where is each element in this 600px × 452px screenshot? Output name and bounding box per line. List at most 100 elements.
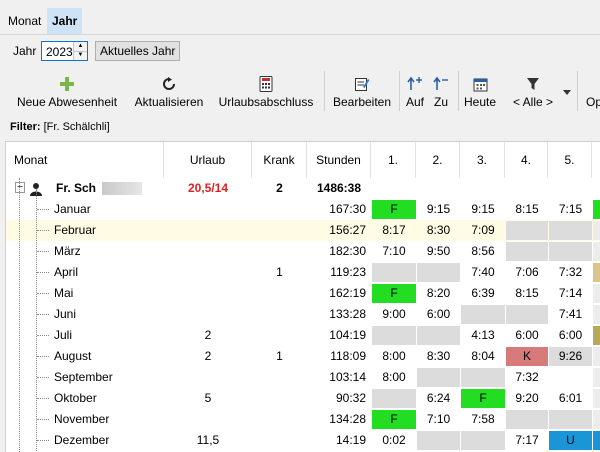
- col-day-1[interactable]: 1.: [371, 142, 416, 178]
- edit-button[interactable]: Bearbeiten: [329, 67, 395, 113]
- day-cell[interactable]: 8:17: [372, 221, 416, 240]
- day-cell[interactable]: 7:17: [506, 431, 548, 450]
- day-cell[interactable]: F: [372, 200, 416, 219]
- day-cell[interactable]: F: [461, 389, 505, 408]
- tab-jahr[interactable]: Jahr: [47, 8, 83, 34]
- day-cell[interactable]: [549, 410, 592, 429]
- day-cell[interactable]: [506, 221, 548, 240]
- day-cell[interactable]: 4:13: [461, 326, 505, 345]
- day-cell[interactable]: 6:24: [417, 389, 460, 408]
- day-cell[interactable]: 9:15: [461, 200, 505, 219]
- day-cell[interactable]: 7:10: [417, 410, 460, 429]
- day-cell[interactable]: 6:00: [549, 326, 592, 345]
- refresh-button[interactable]: Aktualisieren: [129, 67, 209, 113]
- day-cell[interactable]: 7:58: [461, 410, 505, 429]
- col-urlaub[interactable]: Urlaub: [164, 142, 252, 178]
- month-row[interactable]: Oktober 5 90:32 6:24 F 9:20 6:01: [6, 388, 600, 409]
- day-cell[interactable]: 8:20: [417, 284, 460, 303]
- collapse-toggle-icon[interactable]: −: [15, 182, 25, 193]
- day-cell[interactable]: 7:09: [461, 221, 505, 240]
- col-day-3[interactable]: 3.: [460, 142, 505, 178]
- col-monat[interactable]: Monat: [6, 142, 164, 178]
- month-row[interactable]: März 182:30 7:10 9:50 8:56: [6, 241, 600, 262]
- current-year-button[interactable]: Aktuelles Jahr: [95, 41, 181, 61]
- col-stunden[interactable]: Stunden: [307, 142, 371, 178]
- day-cell[interactable]: [417, 368, 460, 387]
- day-cell[interactable]: 7:32: [506, 368, 548, 387]
- month-row[interactable]: Juni 133:28 9:00 6:00 7:41: [6, 304, 600, 325]
- day-cell[interactable]: [461, 368, 505, 387]
- person-row[interactable]: − Fr. Sch 20,5/14 2 1486:38: [6, 178, 600, 199]
- new-absence-button[interactable]: Neue Abwesenheit: [11, 67, 123, 113]
- day-cell[interactable]: 7:14: [549, 284, 592, 303]
- day-cell[interactable]: [506, 410, 548, 429]
- day-cell[interactable]: 8:00: [372, 347, 416, 366]
- month-row[interactable]: Dezember 11,5 14:19 0:02 7:17 U: [6, 430, 600, 451]
- day-cell[interactable]: 7:15: [549, 200, 592, 219]
- day-cell[interactable]: [506, 305, 548, 324]
- month-row[interactable]: September 103:14 8:00 7:32: [6, 367, 600, 388]
- day-cell[interactable]: 6:39: [461, 284, 505, 303]
- col-day-4[interactable]: 4.: [505, 142, 548, 178]
- year-spinner[interactable]: ▲ ▼: [73, 42, 87, 60]
- month-row[interactable]: Mai 162:19 F 8:20 6:39 8:15 7:14: [6, 283, 600, 304]
- day-cell[interactable]: 6:01: [549, 389, 592, 408]
- year-input[interactable]: 2023 ▲ ▼: [41, 41, 88, 61]
- day-cell[interactable]: 6:00: [417, 305, 460, 324]
- month-row[interactable]: Juli 2 104:19 4:13 6:00 6:00: [6, 325, 600, 346]
- day-cell[interactable]: 8:04: [461, 347, 505, 366]
- today-button[interactable]: Heute: [461, 67, 499, 113]
- day-cell[interactable]: [417, 263, 460, 282]
- day-cell[interactable]: 6:00: [506, 326, 548, 345]
- month-row[interactable]: Februar 156:27 8:17 8:30 7:09: [6, 220, 600, 241]
- month-row[interactable]: April 1 119:23 7:40 7:06 7:32: [6, 262, 600, 283]
- day-cell[interactable]: U: [549, 431, 592, 450]
- day-cell[interactable]: [417, 326, 460, 345]
- day-cell[interactable]: [461, 431, 505, 450]
- day-cell[interactable]: [372, 389, 416, 408]
- filter-all-button[interactable]: < Alle >: [506, 67, 560, 113]
- month-row[interactable]: August 2 1 118:09 8:00 8:30 8:04 K 9:26: [6, 346, 600, 367]
- day-cell[interactable]: 7:41: [549, 305, 592, 324]
- day-cell[interactable]: 7:40: [461, 263, 505, 282]
- day-cell[interactable]: 9:00: [372, 305, 416, 324]
- spin-down-icon[interactable]: ▼: [74, 51, 87, 60]
- day-cell[interactable]: 7:10: [372, 242, 416, 261]
- tab-monat[interactable]: Monat: [4, 8, 45, 34]
- col-krank[interactable]: Krank: [252, 142, 307, 178]
- day-cell[interactable]: 9:15: [417, 200, 460, 219]
- person-name: Fr. Sch: [56, 181, 97, 195]
- day-cell[interactable]: [549, 368, 592, 387]
- day-cell[interactable]: F: [372, 284, 416, 303]
- day-cell[interactable]: F: [372, 410, 416, 429]
- day-cell[interactable]: 8:30: [417, 221, 460, 240]
- day-cell[interactable]: K: [506, 347, 548, 366]
- day-cell[interactable]: [506, 242, 548, 261]
- day-cell[interactable]: 7:06: [506, 263, 548, 282]
- day-cell[interactable]: [549, 221, 592, 240]
- day-cell[interactable]: 8:15: [506, 284, 548, 303]
- options-button[interactable]: Op: [582, 67, 600, 113]
- day-cell[interactable]: [372, 263, 416, 282]
- collapse-button[interactable]: Zu: [428, 67, 454, 113]
- day-cell[interactable]: 8:56: [461, 242, 505, 261]
- day-cell[interactable]: 8:30: [417, 347, 460, 366]
- day-cell[interactable]: 9:20: [506, 389, 548, 408]
- month-row[interactable]: November 134:28 F 7:10 7:58: [6, 409, 600, 430]
- filter-dropdown-button[interactable]: [560, 67, 574, 113]
- col-day-2[interactable]: 2.: [416, 142, 460, 178]
- day-cell[interactable]: 8:00: [372, 368, 416, 387]
- day-cell[interactable]: 8:15: [506, 200, 548, 219]
- day-cell[interactable]: [461, 305, 505, 324]
- day-cell[interactable]: [417, 431, 460, 450]
- day-cell[interactable]: 0:02: [372, 431, 416, 450]
- day-cell[interactable]: [549, 242, 592, 261]
- col-day-5[interactable]: 5.: [548, 142, 592, 178]
- day-cell[interactable]: 7:32: [549, 263, 592, 282]
- day-cell[interactable]: [372, 326, 416, 345]
- vacation-close-button[interactable]: Urlaubsabschluss: [212, 67, 320, 113]
- month-row[interactable]: Januar 167:30 F 9:15 9:15 8:15 7:15: [6, 199, 600, 220]
- day-cell[interactable]: 9:50: [417, 242, 460, 261]
- day-cell[interactable]: 9:26: [549, 347, 592, 366]
- expand-button[interactable]: Auf: [403, 67, 427, 113]
